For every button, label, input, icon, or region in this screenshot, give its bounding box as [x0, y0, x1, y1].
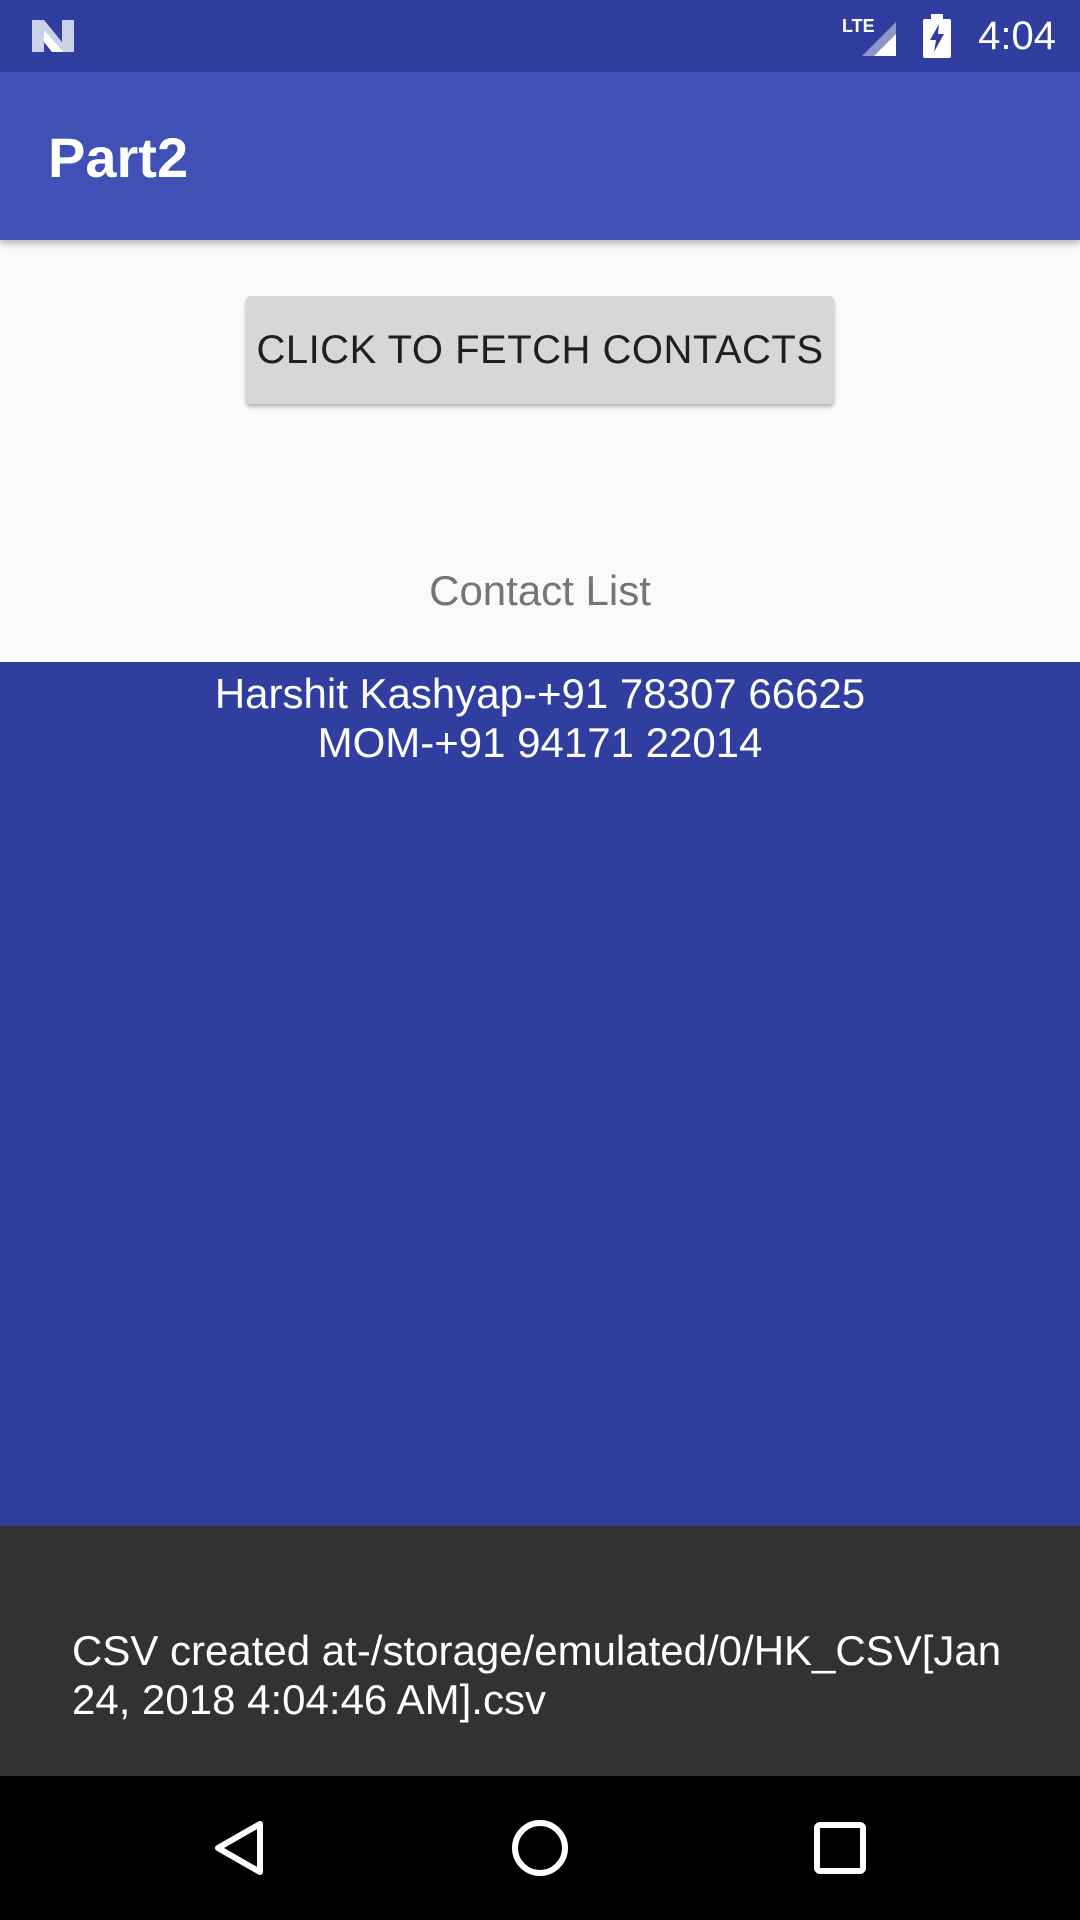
home-icon[interactable]: [508, 1816, 572, 1880]
recents-icon[interactable]: [808, 1816, 872, 1880]
snackbar: CSV created at-/storage/emulated/0/HK_CS…: [0, 1526, 1080, 1776]
contacts-panel[interactable]: Harshit Kashyap-+91 78307 66625 MOM-+91 …: [0, 662, 1080, 1526]
app-bar: Part2: [0, 72, 1080, 240]
status-bar: LTE 4:04: [0, 0, 1080, 72]
contact-item: MOM-+91 94171 22014: [317, 719, 763, 766]
contact-list-heading: Contact List: [429, 567, 651, 614]
fetch-contacts-button[interactable]: CLICK TO FETCH CONTACTS: [246, 296, 834, 404]
app-title: Part2: [48, 126, 189, 189]
back-icon[interactable]: [208, 1816, 272, 1880]
battery-charging-icon: [923, 14, 951, 58]
lte-label: LTE: [842, 16, 875, 36]
main-content: CLICK TO FETCH CONTACTS Contact List: [0, 240, 1080, 662]
contact-list: Harshit Kashyap-+91 78307 66625 MOM-+91 …: [0, 669, 1080, 767]
snackbar-message: CSV created at-/storage/emulated/0/HK_CS…: [72, 1627, 1002, 1723]
navigation-bar: [0, 1776, 1080, 1920]
contact-item: Harshit Kashyap-+91 78307 66625: [214, 670, 866, 717]
lte-signal-icon: LTE: [842, 16, 896, 56]
status-clock: 4:04: [978, 14, 1056, 58]
n-logo-icon: [32, 20, 74, 52]
